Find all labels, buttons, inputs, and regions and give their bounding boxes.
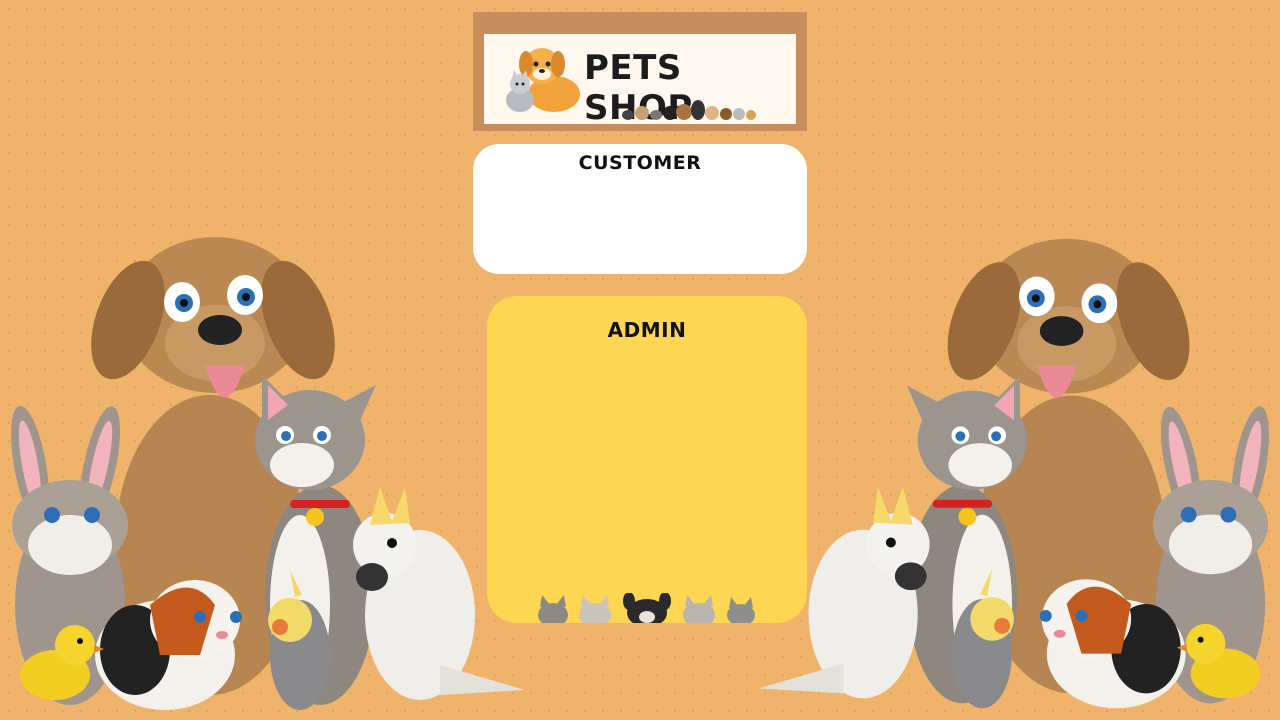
peeking-pets-icon [538,593,755,623]
shop-logo: PETS SHOP [484,34,796,124]
cockatoo-icon [353,487,525,700]
pets-illustration-right [758,238,1269,709]
dog-cat-logo-icon [506,48,580,112]
customer-label: CUSTOMER [578,152,702,174]
pets-illustration-left [11,237,525,710]
cockatoo-icon [758,486,930,699]
pets-strip-icon [622,100,756,120]
